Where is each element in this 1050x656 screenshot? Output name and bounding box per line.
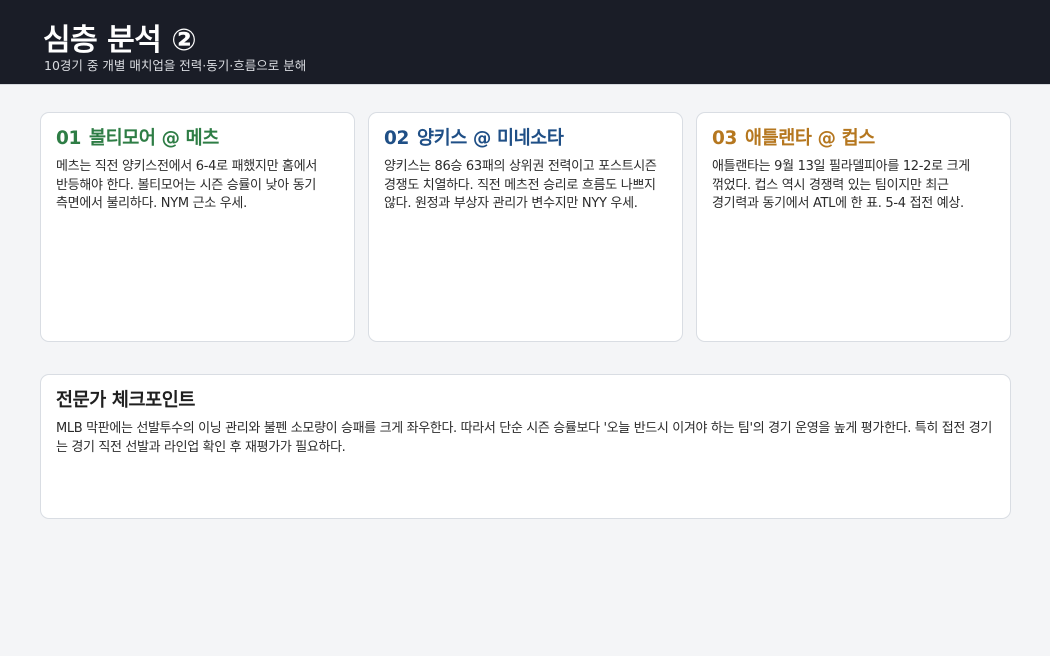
page-header: 심층 분석 ② 10경기 중 개별 매치업을 전력·동기·흐름으로 분해 bbox=[0, 0, 1050, 85]
matchup-card-2: 02 양키스 @ 미네소타 양키스는 86승 63패의 상위권 전력이고 포스트시… bbox=[368, 112, 683, 342]
matchup-title: 양키스 @ 미네소타 bbox=[416, 128, 564, 149]
expert-checkpoint-panel: 전문가 체크포인트 MLB 막판에는 선발투수의 이닝 관리와 불펜 소모량이 … bbox=[40, 374, 1011, 519]
matchup-number: 03 bbox=[712, 128, 737, 149]
matchup-card-1: 01 볼티모어 @ 메츠 메츠는 직전 양키스전에서 6-4로 패했지만 홈에서 … bbox=[40, 112, 355, 342]
matchup-card-3: 03 애틀랜타 @ 컵스 애틀랜타는 9월 13일 필라델피아를 12-2로 크게… bbox=[696, 112, 1011, 342]
page-subtitle: 10경기 중 개별 매치업을 전력·동기·흐름으로 분해 bbox=[44, 58, 307, 73]
matchup-card-heading: 03 애틀랜타 @ 컵스 bbox=[712, 127, 875, 151]
matchup-number: 02 bbox=[384, 128, 409, 149]
expert-checkpoint-title: 전문가 체크포인트 bbox=[56, 390, 196, 411]
matchup-analysis: 양키스는 86승 63패의 상위권 전력이고 포스트시즌 경쟁도 치열하다. 직… bbox=[384, 159, 657, 211]
matchup-title: 볼티모어 @ 메츠 bbox=[88, 128, 219, 149]
matchup-title: 애틀랜타 @ 컵스 bbox=[744, 128, 875, 149]
matchup-analysis: 애틀랜타는 9월 13일 필라델피아를 12-2로 크게 꺾었다. 컵스 역시 … bbox=[712, 159, 970, 211]
matchup-number: 01 bbox=[56, 128, 81, 149]
matchup-card-heading: 01 볼티모어 @ 메츠 bbox=[56, 127, 219, 151]
page-title: 심층 분석 ② bbox=[43, 23, 197, 58]
matchup-card-heading: 02 양키스 @ 미네소타 bbox=[384, 127, 564, 151]
expert-checkpoint-body: MLB 막판에는 선발투수의 이닝 관리와 불펜 소모량이 승패를 크게 좌우한… bbox=[56, 421, 992, 455]
matchup-analysis: 메츠는 직전 양키스전에서 6-4로 패했지만 홈에서 반등해야 한다. 볼티모… bbox=[56, 159, 318, 211]
